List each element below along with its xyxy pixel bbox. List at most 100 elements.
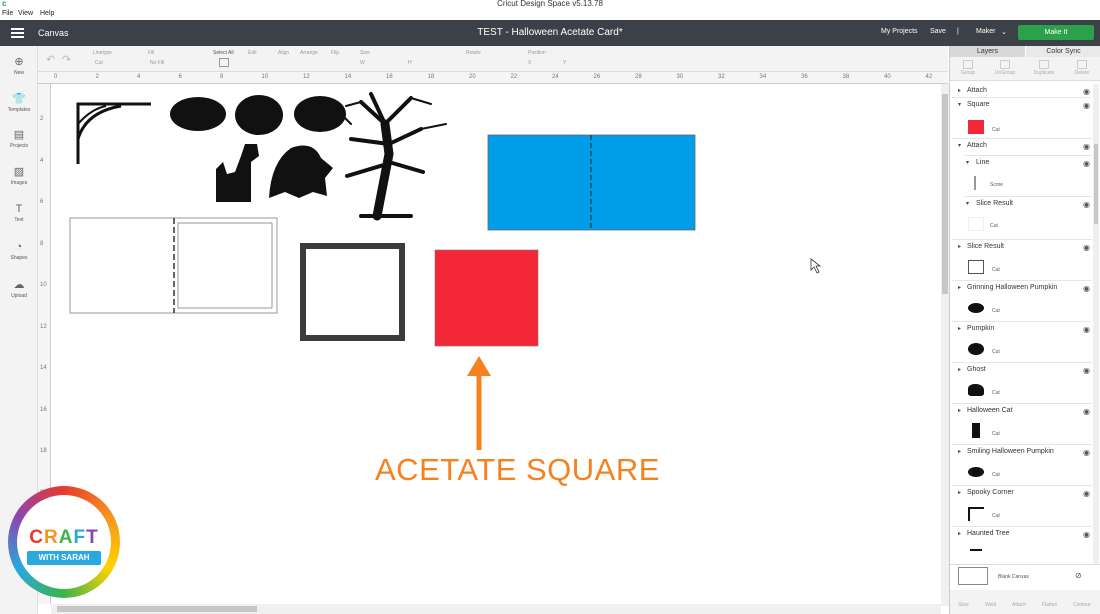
- eye-icon[interactable]: ◉: [1083, 489, 1090, 498]
- haunted-tree-shape[interactable]: [340, 92, 447, 221]
- panel-tabs: Layers Color Sync: [950, 46, 1100, 57]
- eye-icon[interactable]: ◉: [1083, 284, 1090, 293]
- fill-select[interactable]: No Fill: [150, 60, 164, 66]
- eye-hidden-icon[interactable]: ⊘: [1075, 571, 1082, 580]
- layer-row[interactable]: ▾ Line ◉ Score: [964, 155, 1092, 195]
- attach-button[interactable]: Attach: [1012, 602, 1026, 608]
- expand-caret-icon[interactable]: ▾: [958, 101, 961, 108]
- ungroup-button[interactable]: UnGroup: [990, 60, 1020, 76]
- redo-icon[interactable]: ↷: [62, 53, 71, 66]
- shapes-icon: ◔: [15, 241, 23, 253]
- dark-frame-shape[interactable]: [300, 243, 405, 341]
- expand-caret-icon[interactable]: ▸: [958, 243, 961, 250]
- weld-button[interactable]: Weld: [985, 602, 996, 608]
- duplicate-button[interactable]: Duplicate: [1029, 60, 1059, 76]
- vertical-scroll-thumb[interactable]: [942, 94, 948, 294]
- expand-caret-icon[interactable]: ▸: [958, 407, 961, 414]
- chevron-down-icon[interactable]: ⌄: [1001, 28, 1007, 36]
- pumpkin-shape[interactable]: [235, 95, 283, 135]
- expand-caret-icon[interactable]: ▾: [966, 200, 969, 207]
- sidebar-item-text[interactable]: T Text: [0, 203, 38, 223]
- tab-color-sync[interactable]: Color Sync: [1026, 46, 1100, 57]
- logo-inner: CRAFT WITH SARAH: [17, 495, 111, 589]
- eye-icon[interactable]: ◉: [1083, 325, 1090, 334]
- design-canvas[interactable]: [51, 84, 941, 604]
- expand-caret-icon[interactable]: ▸: [958, 366, 961, 373]
- trash-icon: [1077, 60, 1087, 69]
- spooky-corner-shape[interactable]: [76, 102, 151, 164]
- contour-button[interactable]: Contour: [1073, 602, 1091, 608]
- smiling-pumpkin-shape[interactable]: [294, 96, 346, 132]
- layer-row[interactable]: ▸ Halloween Cat ◉ Cut: [952, 403, 1092, 443]
- layer-row[interactable]: ▸ Attach ◉: [952, 84, 1092, 96]
- layer-thumbnail: [968, 217, 984, 231]
- linetype-select[interactable]: Cut: [95, 60, 103, 66]
- expand-caret-icon[interactable]: ▸: [958, 284, 961, 291]
- layer-row[interactable]: ▸ Smiling Halloween Pumpkin ◉ Cut: [952, 444, 1092, 484]
- expand-caret-icon[interactable]: ▸: [958, 489, 961, 496]
- tab-layers[interactable]: Layers: [950, 46, 1025, 57]
- eye-icon[interactable]: ◉: [1083, 448, 1090, 457]
- layer-row[interactable]: ▸ Haunted Tree ◉: [952, 526, 1092, 564]
- eye-icon[interactable]: ◉: [1083, 87, 1090, 96]
- halloween-cat-shape[interactable]: [216, 144, 259, 202]
- sidebar-item-upload[interactable]: ☁ Upload: [0, 279, 38, 299]
- eye-icon[interactable]: ◉: [1083, 101, 1090, 110]
- layers-scroll-thumb[interactable]: [1094, 144, 1098, 224]
- canvas-vertical-scrollbar[interactable]: [941, 84, 949, 606]
- expand-caret-icon[interactable]: ▾: [958, 142, 961, 149]
- eye-icon[interactable]: ◉: [1083, 366, 1090, 375]
- flatten-button[interactable]: Flatten: [1042, 602, 1057, 608]
- select-all-button[interactable]: [219, 58, 229, 67]
- blank-canvas-swatch[interactable]: [958, 567, 988, 585]
- eye-icon[interactable]: ◉: [1083, 407, 1090, 416]
- ruler-tick-label: 40: [884, 74, 891, 80]
- layer-row[interactable]: ▸ Spooky Corner ◉ Cut: [952, 485, 1092, 525]
- my-projects-button[interactable]: My Projects: [881, 28, 918, 35]
- edit-label: Edit: [248, 50, 257, 56]
- eye-icon[interactable]: ◉: [1083, 200, 1090, 209]
- menu-view[interactable]: View: [18, 10, 33, 17]
- grinning-pumpkin-shape[interactable]: [170, 97, 226, 131]
- sidebar-item-templates[interactable]: 👕 Templates: [0, 93, 38, 113]
- sidebar-item-new[interactable]: ⊕ New: [0, 56, 38, 76]
- delete-button[interactable]: Delete: [1067, 60, 1097, 76]
- expand-caret-icon[interactable]: ▸: [958, 325, 961, 332]
- header-separator: |: [957, 28, 959, 35]
- canvas-horizontal-scrollbar[interactable]: [51, 604, 941, 614]
- horizontal-scroll-thumb[interactable]: [57, 606, 257, 612]
- menu-help[interactable]: Help: [40, 10, 54, 17]
- layer-row[interactable]: ▸ Pumpkin ◉ Cut: [952, 321, 1092, 361]
- blank-canvas-row[interactable]: Blank Canvas ⊘: [950, 564, 1100, 588]
- expand-caret-icon[interactable]: ▸: [958, 448, 961, 455]
- expand-caret-icon[interactable]: ▾: [966, 159, 969, 166]
- layers-scrollbar[interactable]: [1093, 84, 1099, 564]
- layer-row[interactable]: ▾ Slice Result ◉ Cut: [964, 196, 1092, 236]
- make-it-button[interactable]: Make It: [1018, 25, 1094, 40]
- layer-row[interactable]: ▾ Attach ◉: [952, 138, 1092, 155]
- sidebar-item-images[interactable]: ▨ Images: [0, 166, 38, 186]
- layer-row[interactable]: ▸ Slice Result ◉ Cut: [952, 239, 1092, 279]
- layer-row[interactable]: ▸ Grinning Halloween Pumpkin ◉ Cut: [952, 280, 1092, 320]
- undo-icon[interactable]: ↶: [46, 53, 55, 66]
- eye-icon[interactable]: ◉: [1083, 142, 1090, 151]
- layer-thumbnail: [968, 507, 984, 521]
- sidebar-item-projects[interactable]: ▤ Projects: [0, 129, 38, 149]
- machine-select[interactable]: Maker: [976, 28, 995, 35]
- ruler-tick-label: 38: [842, 74, 850, 80]
- eye-icon[interactable]: ◉: [1083, 243, 1090, 252]
- eye-icon[interactable]: ◉: [1083, 159, 1090, 168]
- expand-caret-icon[interactable]: ▸: [958, 87, 961, 94]
- sidebar-item-shapes[interactable]: ◔ Shapes: [0, 241, 38, 261]
- menu-file[interactable]: File: [2, 10, 13, 17]
- slice-button[interactable]: Slice: [958, 602, 969, 608]
- eye-icon[interactable]: ◉: [1083, 530, 1090, 539]
- group-button[interactable]: Group: [953, 60, 983, 76]
- layer-row[interactable]: ▸ Ghost ◉ Cut: [952, 362, 1092, 402]
- expand-caret-icon[interactable]: ▸: [958, 530, 961, 537]
- ghost-shape[interactable]: [269, 145, 333, 198]
- ruler-tick-label: 4: [40, 157, 44, 164]
- acetate-square-shape[interactable]: [434, 249, 539, 347]
- save-button[interactable]: Save: [930, 28, 946, 35]
- layer-row[interactable]: ▾ Square ◉ Cut: [952, 97, 1092, 137]
